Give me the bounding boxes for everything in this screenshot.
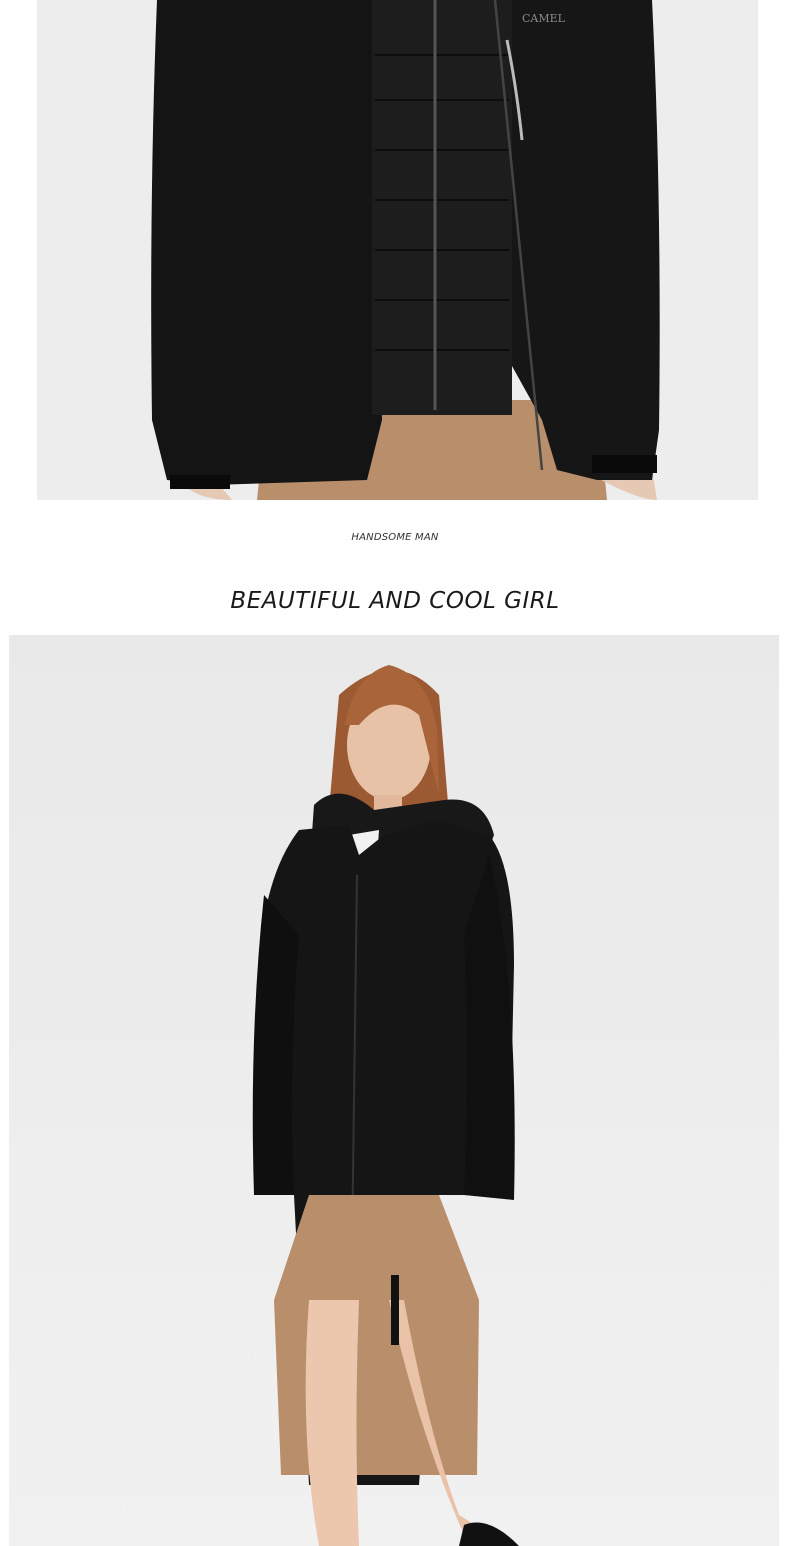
camel-logo: CAMEL [522,12,566,25]
photo-caption: HANDSOME MAN [351,532,439,543]
jacket-left-panel [151,0,382,485]
section-title: BEAUTIFUL AND COOL GIRL [230,588,560,614]
inner-down-vest [372,0,512,415]
shoe [459,1522,519,1546]
product-photo-man: CAMEL [37,0,758,500]
product-photo-woman [9,635,779,1546]
skirt-strap [391,1275,399,1345]
right-cuff [592,455,657,473]
left-cuff [170,475,230,489]
left-sleeve [252,895,299,1195]
khaki-skirt [274,1195,479,1475]
woman-jacket-illustration [252,665,519,1546]
left-leg [305,1300,359,1546]
man-jacket-illustration: CAMEL [151,0,660,500]
